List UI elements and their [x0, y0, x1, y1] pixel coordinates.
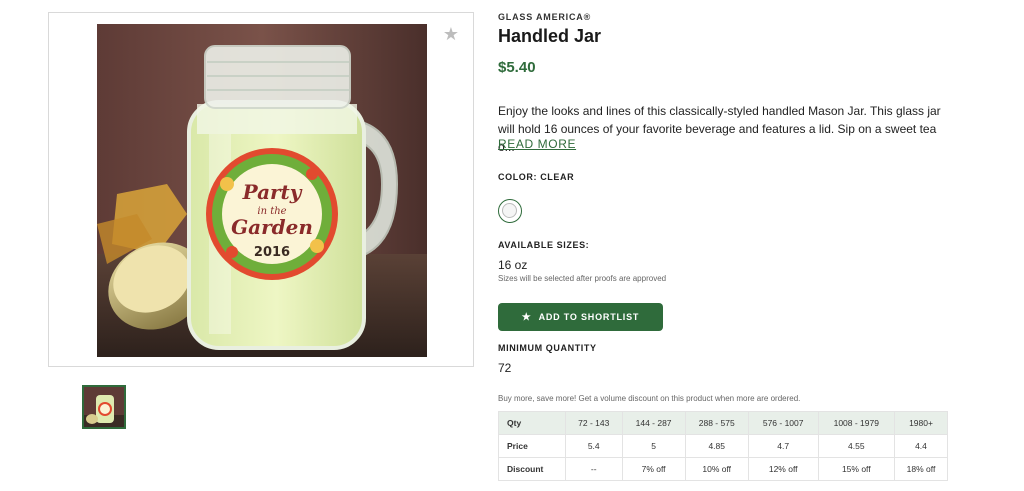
table-row-qty: Qty 72 - 143 144 - 287 288 - 575 576 - 1…: [498, 411, 948, 435]
available-sizes-label: AVAILABLE SIZES:: [498, 240, 590, 250]
table-cell: 10% off: [684, 457, 749, 481]
table-cell: 4.55: [817, 434, 896, 458]
table-cell: 15% off: [817, 457, 896, 481]
table-cell: 1008 - 1979: [817, 411, 896, 435]
table-cell: 1980+: [894, 411, 948, 435]
table-cell: 4.85: [684, 434, 749, 458]
row-header-discount: Discount: [498, 457, 566, 481]
table-cell: 4.4: [894, 434, 948, 458]
product-photo: Party in the Garden 2016: [97, 24, 427, 357]
thumbnail-photo: [84, 387, 124, 427]
table-cell: --: [565, 457, 623, 481]
minimum-quantity-value: 72: [498, 361, 512, 375]
color-label: COLOR: CLEAR: [498, 172, 575, 182]
table-cell: 7% off: [621, 457, 686, 481]
svg-text:2016: 2016: [254, 245, 290, 260]
color-swatch-clear[interactable]: [498, 199, 522, 223]
size-note: Sizes will be selected after proofs are …: [498, 274, 667, 283]
table-cell: 4.7: [747, 434, 819, 458]
add-to-shortlist-label: ADD TO SHORTLIST: [538, 312, 640, 322]
volume-discount-note: Buy more, save more! Get a volume discou…: [498, 394, 801, 403]
table-cell: 12% off: [747, 457, 819, 481]
svg-text:Garden: Garden: [231, 215, 313, 239]
table-cell: 18% off: [894, 457, 948, 481]
read-more-link[interactable]: READ MORE: [498, 137, 576, 151]
star-icon: ★: [521, 311, 532, 323]
favorite-star-icon[interactable]: ★: [443, 25, 459, 43]
row-header-qty: Qty: [498, 411, 566, 435]
table-cell: 5: [621, 434, 686, 458]
table-cell: 5.4: [565, 434, 623, 458]
table-cell: 288 - 575: [684, 411, 749, 435]
product-price: $5.40: [498, 59, 536, 76]
main-product-image[interactable]: Party in the Garden 2016 ★: [48, 12, 474, 367]
table-cell: 576 - 1007: [747, 411, 819, 435]
table-cell: 72 - 143: [565, 411, 623, 435]
minimum-quantity-label: MINIMUM QUANTITY: [498, 343, 597, 353]
table-row-price: Price 5.4 5 4.85 4.7 4.55 4.4: [498, 434, 948, 458]
add-to-shortlist-button[interactable]: ★ ADD TO SHORTLIST: [498, 303, 663, 331]
thumbnail-image[interactable]: [82, 385, 126, 429]
brand-name: GLASS AMERICA®: [498, 12, 591, 22]
volume-pricing-table: Qty 72 - 143 144 - 287 288 - 575 576 - 1…: [498, 411, 948, 481]
product-title: Handled Jar: [498, 26, 602, 46]
size-value: 16 oz: [498, 258, 528, 272]
row-header-price: Price: [498, 434, 566, 458]
table-row-discount: Discount -- 7% off 10% off 12% off 15% o…: [498, 457, 948, 481]
svg-text:Party: Party: [242, 180, 303, 204]
table-cell: 144 - 287: [621, 411, 686, 435]
